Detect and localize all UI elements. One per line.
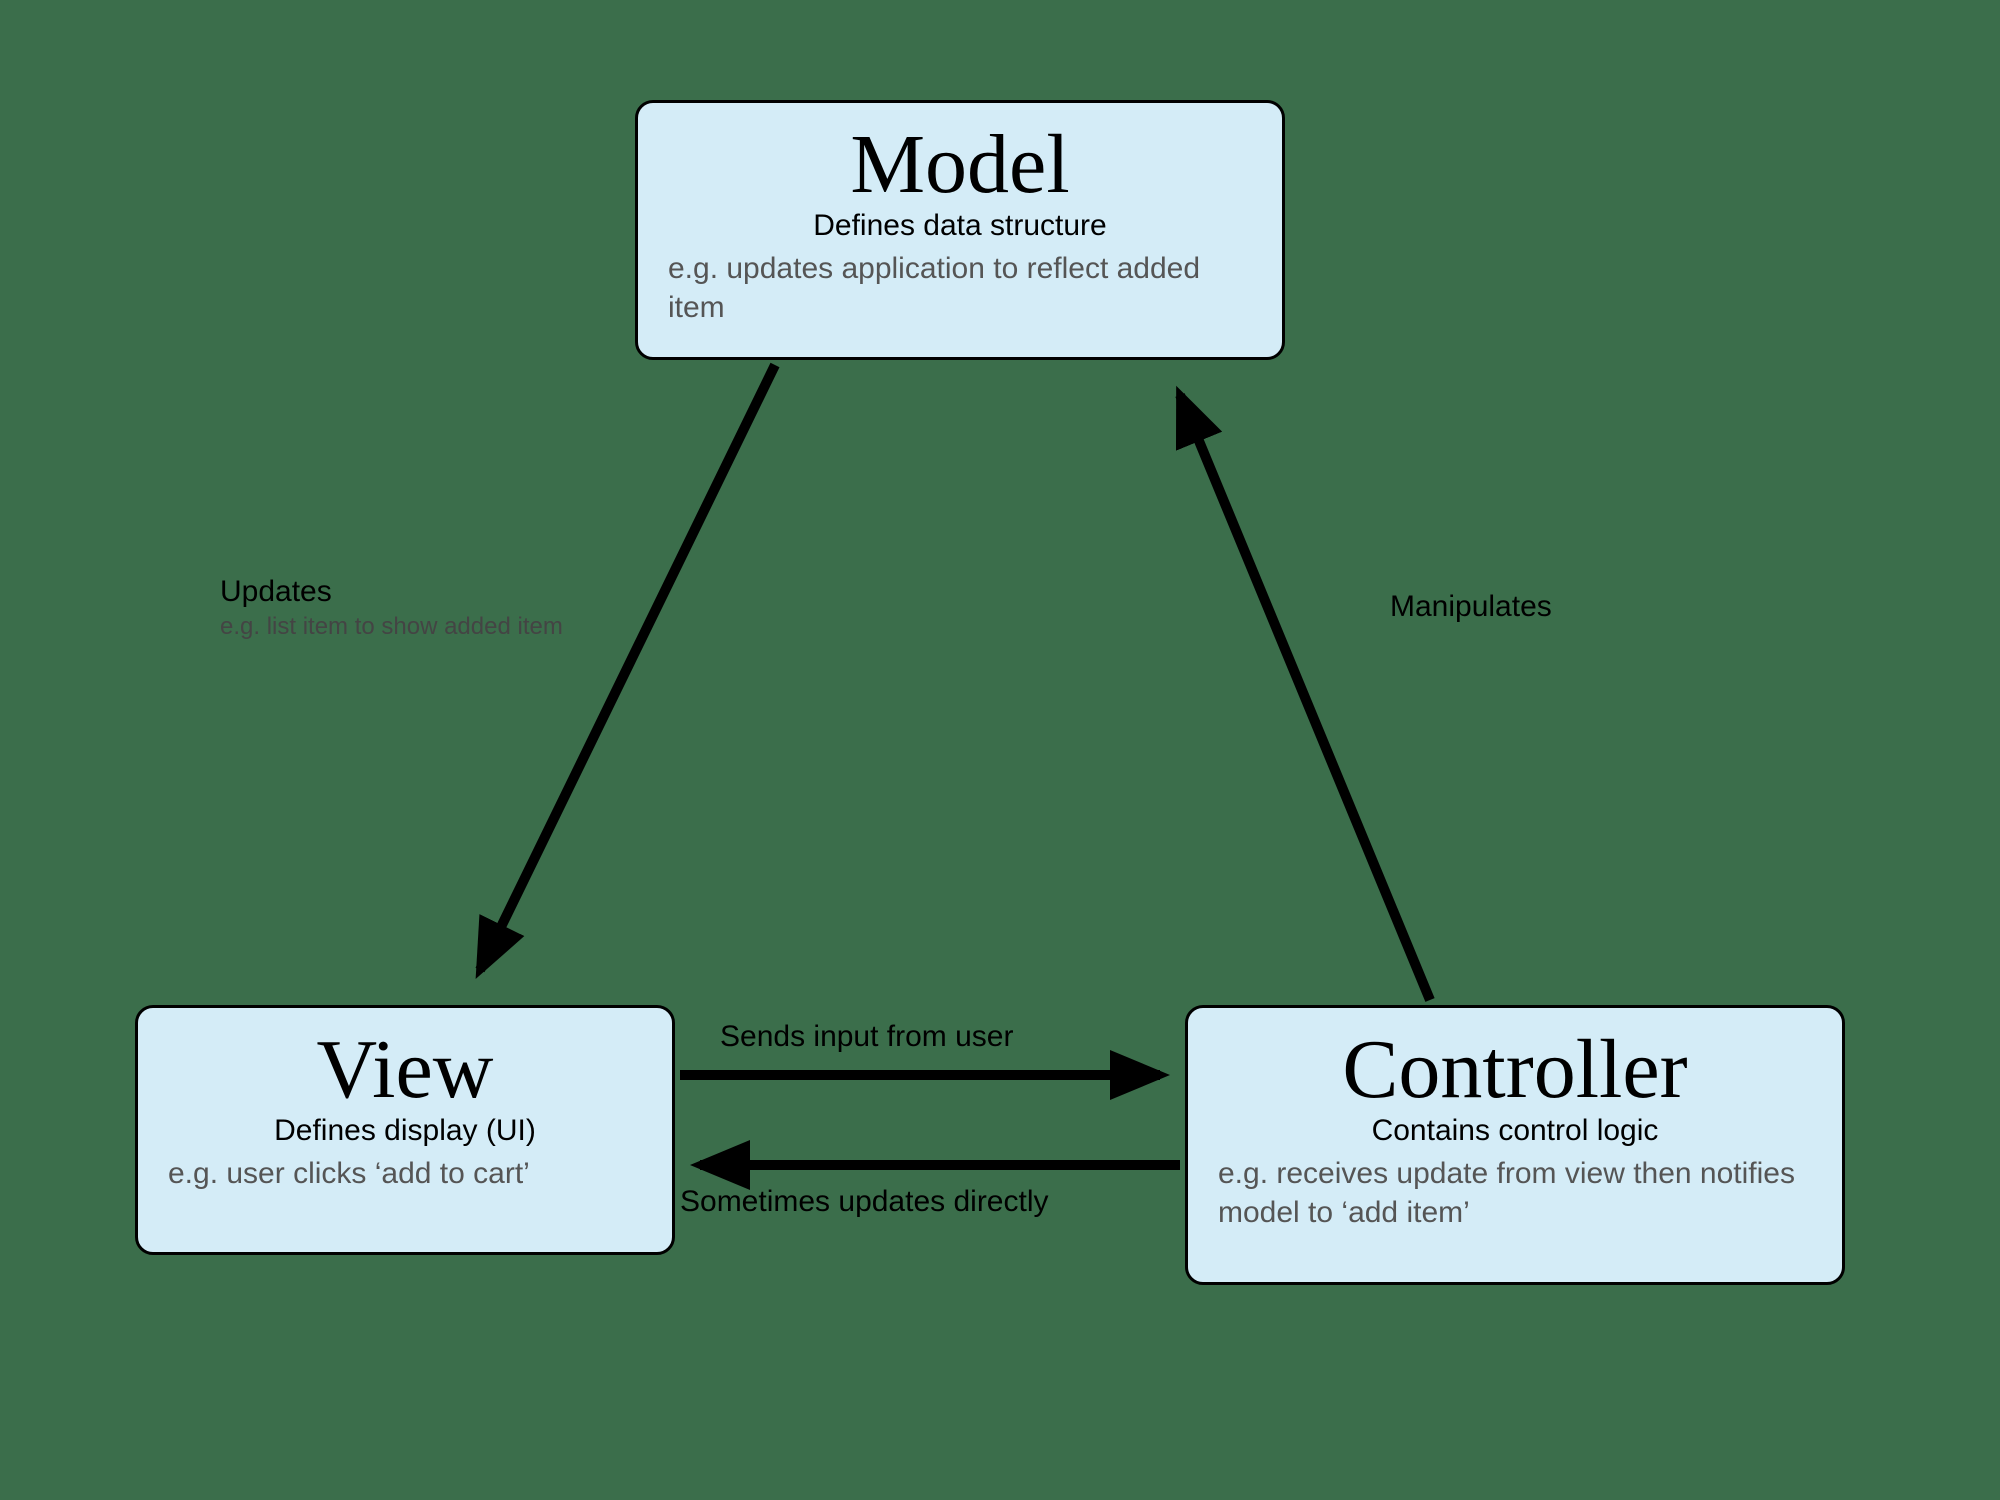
node-model-title: Model	[664, 123, 1256, 207]
label-controller-to-model: Manipulates	[1390, 590, 1552, 624]
node-view-title: View	[164, 1028, 646, 1112]
node-controller-sub: Contains control logic	[1214, 1114, 1816, 1148]
arrow-controller-to-model	[1180, 395, 1430, 1000]
arrow-model-to-view	[480, 365, 775, 970]
label-controller-to-view: Sometimes updates directly	[680, 1185, 1049, 1219]
node-view-sub: Defines display (UI)	[164, 1114, 646, 1148]
label-model-to-view: Updates e.g. list item to show added ite…	[220, 575, 563, 641]
node-view: View Defines display (UI) e.g. user clic…	[135, 1005, 675, 1255]
node-model-example: e.g. updates application to reflect adde…	[664, 249, 1256, 327]
label-manipulates-text: Manipulates	[1390, 590, 1552, 624]
label-updates-sub: e.g. list item to show added item	[220, 613, 563, 641]
node-view-example: e.g. user clicks ‘add to cart’	[164, 1154, 646, 1193]
node-model: Model Defines data structure e.g. update…	[635, 100, 1285, 360]
label-sends-input-text: Sends input from user	[720, 1020, 1013, 1054]
label-sometimes-updates-text: Sometimes updates directly	[680, 1185, 1049, 1219]
label-view-to-controller: Sends input from user	[720, 1020, 1013, 1054]
node-controller-example: e.g. receives update from view then noti…	[1214, 1154, 1816, 1232]
node-model-sub: Defines data structure	[664, 209, 1256, 243]
node-controller: Controller Contains control logic e.g. r…	[1185, 1005, 1845, 1285]
node-controller-title: Controller	[1214, 1028, 1816, 1112]
label-updates-text: Updates	[220, 575, 563, 609]
